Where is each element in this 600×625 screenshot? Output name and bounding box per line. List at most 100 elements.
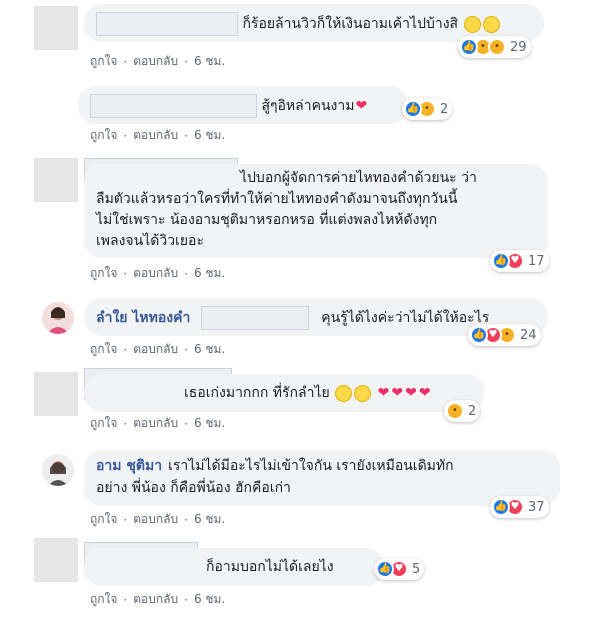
reaction-summary[interactable]: 👍 ♥ 5 bbox=[374, 558, 425, 580]
like-reaction-icon: 👍 bbox=[492, 498, 510, 516]
comment-text-line: ลืมตัวแล้วหรอว่าใครที่ทำให้ค่ายไหทองคำดั… bbox=[96, 191, 458, 207]
timestamp-link[interactable]: 6 ชม. bbox=[194, 266, 225, 280]
separator-dot: · bbox=[123, 342, 128, 357]
comment-actions: ถูกใจ · ตอบกลับ · 6 ชม. bbox=[90, 126, 225, 145]
comment-text-line: ไม่ใช่เพราะ น้องอามชุติมาหรอกหรอ ที่แต่ง… bbox=[96, 212, 438, 228]
comment-text-line: เพลงจนได้วิวเยอะ bbox=[96, 233, 204, 249]
separator-dot: · bbox=[184, 342, 188, 357]
timestamp-link[interactable]: 6 ชม. bbox=[194, 512, 225, 526]
avatar-photo[interactable] bbox=[42, 454, 74, 486]
timestamp-link[interactable]: 6 ชม. bbox=[194, 416, 225, 430]
like-link[interactable]: ถูกใจ bbox=[90, 592, 117, 606]
like-link[interactable]: ถูกใจ bbox=[90, 54, 117, 68]
reply-link[interactable]: ตอบกลับ bbox=[133, 54, 178, 68]
tagged-name-redacted[interactable] bbox=[200, 306, 309, 330]
reaction-summary[interactable]: • 2 bbox=[444, 400, 481, 422]
comment-text: ลืมตัวแล้วหรอว่าใครที่ทำให้ค่ายไหทองคำดั… bbox=[96, 189, 457, 252]
smile-emoji-icon bbox=[335, 384, 353, 402]
comment-text-line: อย่าง พี่น้อง ก็คือพี่น้อง ฮักคือเก่า bbox=[96, 480, 291, 496]
heart-emoji-icon: ❤ bbox=[355, 98, 368, 114]
avatar[interactable] bbox=[34, 538, 78, 582]
reply-link[interactable]: ตอบกลับ bbox=[133, 592, 178, 606]
reply-link[interactable]: ตอบกลับ bbox=[133, 128, 178, 142]
smile-emoji-icon bbox=[482, 15, 500, 33]
separator-dot: · bbox=[184, 266, 188, 281]
commenter-name-redacted[interactable] bbox=[96, 12, 238, 36]
author-name-link[interactable]: อาม ชุติมา bbox=[96, 458, 162, 474]
reaction-count: 2 bbox=[440, 101, 449, 117]
reaction-count: 5 bbox=[412, 561, 421, 577]
person-avatar-icon bbox=[42, 454, 74, 486]
like-link[interactable]: ถูกใจ bbox=[90, 266, 117, 280]
like-link[interactable]: ถูกใจ bbox=[90, 342, 117, 356]
avatar[interactable] bbox=[34, 6, 78, 50]
like-link[interactable]: ถูกใจ bbox=[90, 416, 117, 430]
wow-reaction-icon: • bbox=[488, 38, 506, 56]
reply-link[interactable]: ตอบกลับ bbox=[133, 416, 178, 430]
separator-dot: · bbox=[123, 128, 128, 143]
separator-dot: · bbox=[184, 592, 188, 607]
timestamp-link[interactable]: 6 ชม. bbox=[194, 342, 225, 356]
comment-text: ก็อามบอกไม่ได้เลยไง bbox=[206, 559, 334, 575]
separator-dot: · bbox=[184, 128, 188, 143]
comment-text-line: ไปบอกผู้จัดการค่ายไหทองคำด้วยนะ ว่า bbox=[240, 170, 477, 186]
reaction-summary[interactable]: 👍 ♥ 37 bbox=[490, 496, 549, 518]
like-reaction-icon: 👍 bbox=[470, 326, 488, 344]
author-name-link[interactable]: ลำใย ไหทองคำ bbox=[96, 310, 190, 326]
comment-actions: ถูกใจ · ตอบกลับ · 6 ชม. bbox=[90, 52, 225, 71]
reply-link[interactable]: ตอบกลับ bbox=[133, 512, 178, 526]
separator-dot: · bbox=[184, 54, 188, 69]
reaction-summary[interactable]: 👍 • 2 bbox=[402, 98, 453, 120]
separator-dot: · bbox=[123, 416, 128, 431]
like-reaction-icon: 👍 bbox=[460, 38, 478, 56]
comment-text-line: เราไม่ได้มีอะไรไม่เข้าใจกัน เรายังเหมือน… bbox=[168, 458, 454, 474]
like-reaction-icon: 👍 bbox=[492, 252, 510, 270]
reaction-summary[interactable]: 👍 ♥ • 24 bbox=[468, 324, 541, 346]
heart-emoji-icon: ❤ bbox=[377, 385, 390, 401]
timestamp-link[interactable]: 6 ชม. bbox=[194, 128, 225, 142]
comment-text: คุนรู้ได้ไงค่ะว่าไม่ได้ให้อะไร bbox=[321, 310, 490, 326]
heart-emoji-icon: ❤ bbox=[418, 385, 431, 401]
reply-link[interactable]: ตอบกลับ bbox=[133, 266, 178, 280]
comment-bubble: สู้ๆอิหล่าคนงาม❤ bbox=[78, 86, 408, 124]
commenter-name-redacted[interactable] bbox=[90, 94, 257, 118]
like-link[interactable]: ถูกใจ bbox=[90, 128, 117, 142]
comment-actions: ถูกใจ · ตอบกลับ · 6 ชม. bbox=[90, 590, 225, 609]
reaction-count: 37 bbox=[528, 499, 545, 515]
separator-dot: · bbox=[123, 512, 128, 527]
separator-dot: · bbox=[184, 416, 188, 431]
avatar-photo[interactable] bbox=[42, 302, 74, 334]
heart-emoji-icon: ❤ bbox=[391, 385, 404, 401]
comment-actions: ถูกใจ · ตอบกลับ · 6 ชม. bbox=[90, 264, 225, 283]
timestamp-link[interactable]: 6 ชม. bbox=[194, 592, 225, 606]
like-link[interactable]: ถูกใจ bbox=[90, 512, 117, 526]
heart-emoji-icon: ❤ bbox=[405, 385, 417, 401]
like-reaction-icon: 👍 bbox=[376, 560, 394, 578]
avatar[interactable] bbox=[34, 372, 78, 416]
reaction-count: 29 bbox=[510, 39, 527, 55]
comment-actions: ถูกใจ · ตอบกลับ · 6 ชม. bbox=[90, 414, 225, 433]
smile-emoji-icon bbox=[463, 15, 481, 33]
reaction-count: 2 bbox=[468, 403, 477, 419]
separator-dot: · bbox=[123, 266, 128, 281]
like-reaction-icon: 👍 bbox=[404, 100, 422, 118]
separator-dot: · bbox=[184, 512, 188, 527]
comment-text: สู้ๆอิหล่าคนงาม bbox=[261, 98, 355, 114]
reaction-summary[interactable]: 👍 ♥ 17 bbox=[490, 250, 549, 272]
comment-bubble: ก็อามบอกไม่ได้เลยไง bbox=[84, 548, 384, 586]
comment-text: ก็ร้อยล้านวิวก็ให้เงินอามเค้าไปบ้างสิ bbox=[242, 16, 459, 32]
reaction-count: 17 bbox=[528, 253, 545, 269]
reply-link[interactable]: ตอบกลับ bbox=[133, 342, 178, 356]
separator-dot: · bbox=[123, 54, 128, 69]
comment-actions: ถูกใจ · ตอบกลับ · 6 ชม. bbox=[90, 510, 225, 529]
avatar[interactable] bbox=[34, 158, 78, 202]
reaction-count: 24 bbox=[520, 327, 537, 343]
person-avatar-icon bbox=[42, 302, 74, 334]
separator-dot: · bbox=[123, 592, 128, 607]
comment-actions: ถูกใจ · ตอบกลับ · 6 ชม. bbox=[90, 340, 225, 359]
haha-reaction-icon: • bbox=[446, 402, 464, 420]
timestamp-link[interactable]: 6 ชม. bbox=[194, 54, 225, 68]
comment-text: เธอเก่งมากกก ที่รักลำไย bbox=[184, 385, 330, 401]
comment-bubble: เธอเก่งมากกก ที่รักลำไย ❤ ❤ ❤ ❤ bbox=[84, 374, 484, 412]
reaction-summary[interactable]: 👍 • • 29 bbox=[458, 36, 531, 58]
